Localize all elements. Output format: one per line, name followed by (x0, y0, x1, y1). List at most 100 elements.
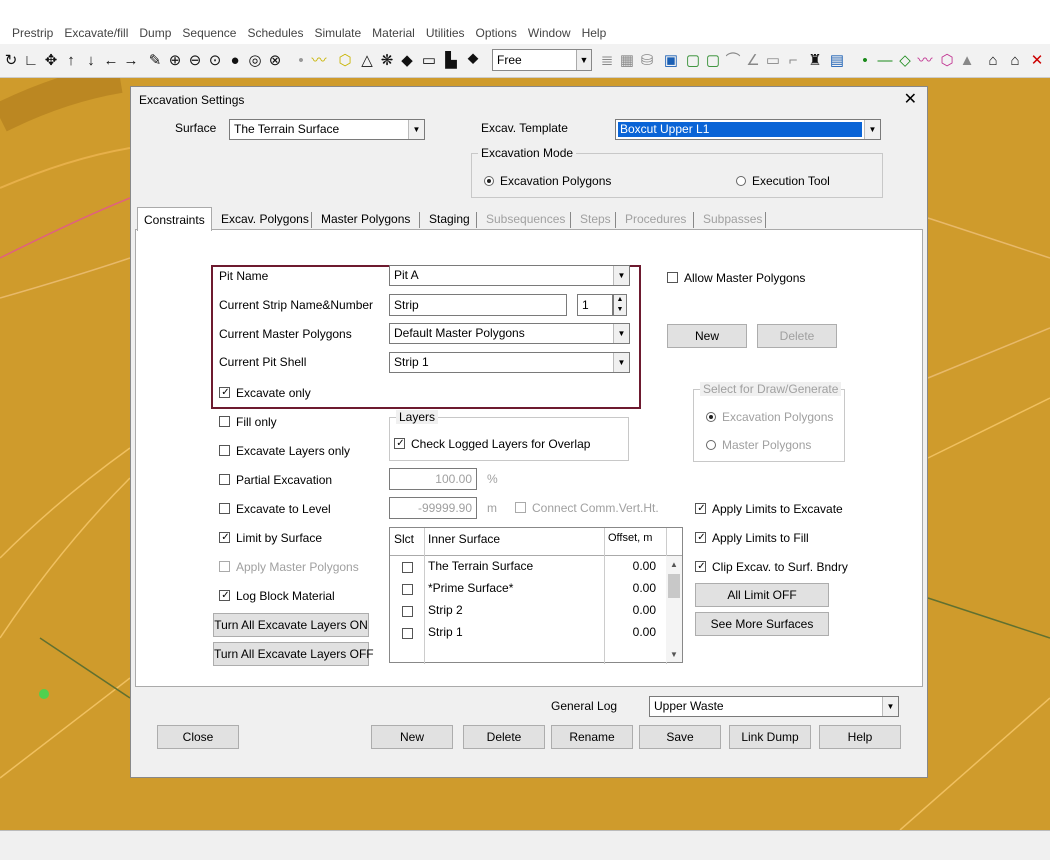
rotate-icon[interactable]: ↻ (2, 50, 20, 72)
menu-help[interactable]: Help (582, 26, 607, 40)
table-row[interactable]: *Prime Surface* 0.00 (390, 578, 666, 600)
tab-constraints[interactable]: Constraints (137, 207, 212, 231)
house-cancel-icon[interactable]: ⌂ (1006, 50, 1024, 72)
scroll-up-icon[interactable]: ▲ (666, 558, 682, 572)
menu-options[interactable]: Options (476, 26, 517, 40)
delete-master-button[interactable]: Delete (757, 324, 837, 348)
mode-execution-tool-radio[interactable]: Execution Tool (736, 174, 830, 188)
menu-sequence[interactable]: Sequence (182, 26, 236, 40)
menu-prestrip[interactable]: Prestrip (12, 26, 53, 40)
checkbox-icon[interactable] (402, 606, 413, 617)
help-button[interactable]: Help (819, 725, 901, 749)
table-scrollbar[interactable]: ▲ ▼ (666, 556, 682, 662)
partial-percent-input[interactable]: 100.00 (389, 468, 477, 490)
arrow-up-icon[interactable]: ↑ (62, 50, 80, 72)
excavate-to-level-checkbox[interactable]: Excavate to Level (219, 502, 331, 516)
pit-name-select[interactable]: Pit A ▼ (389, 265, 630, 286)
hexagon-icon[interactable]: ⬡ (938, 50, 956, 72)
tab-staging[interactable]: Staging (423, 207, 476, 231)
house-icon[interactable]: ⌂ (984, 50, 1002, 72)
rename-button[interactable]: Rename (551, 725, 633, 749)
point-icon[interactable]: • (292, 50, 310, 72)
target-icon[interactable]: ◎ (246, 50, 264, 72)
curve-icon[interactable]: ⌒ (724, 50, 742, 72)
allow-master-checkbox[interactable]: Allow Master Polygons (667, 271, 805, 285)
zoom-window-icon[interactable]: ⊙ (206, 50, 224, 72)
zoom-in-icon[interactable]: ⊕ (166, 50, 184, 72)
delete-button[interactable]: Delete (463, 725, 545, 749)
strip-name-input[interactable]: Strip (389, 294, 567, 316)
grid-icon[interactable]: ▦ (618, 50, 636, 72)
scroll-down-icon[interactable]: ▼ (666, 648, 682, 662)
row-offset[interactable]: 0.00 (633, 603, 656, 617)
cluster-icon[interactable]: ❋ (378, 50, 396, 72)
link-dump-button[interactable]: Link Dump (729, 725, 811, 749)
zoom-out-icon[interactable]: ⊖ (186, 50, 204, 72)
select-excavation-polygons-radio[interactable]: Excavation Polygons (706, 410, 833, 424)
general-log-select[interactable]: Upper Waste ▼ (649, 696, 899, 717)
diamond-outline-icon[interactable]: ◇ (896, 50, 914, 72)
angle-icon[interactable]: ∠ (744, 50, 762, 72)
turn-layers-on-button[interactable]: Turn All Excavate Layers ON (213, 613, 369, 637)
corner-icon[interactable]: ∟ (22, 50, 40, 72)
master-polygons-select[interactable]: Default Master Polygons ▼ (389, 323, 630, 344)
spin-up-icon[interactable]: ▲ (614, 295, 626, 305)
zigzag-icon[interactable]: 〰 (916, 50, 934, 72)
close-button[interactable]: Close (157, 725, 239, 749)
tab-subsequences[interactable]: Subsequences (480, 207, 571, 231)
tab-subpasses[interactable]: Subpasses (697, 207, 768, 231)
dot-icon[interactable]: • (856, 50, 874, 72)
scroll-thumb[interactable] (668, 574, 680, 598)
polygon-icon[interactable]: ⬡ (336, 50, 354, 72)
settings-doc-icon[interactable]: ▣ (662, 50, 680, 72)
menu-excavate-fill[interactable]: Excavate/fill (64, 26, 128, 40)
check-logged-layers-checkbox[interactable]: Check Logged Layers for Overlap (394, 437, 590, 451)
dialog-close-icon[interactable]: ✕ (904, 89, 917, 109)
arrow-left-icon[interactable]: ← (102, 50, 120, 72)
new-master-button[interactable]: New (667, 324, 747, 348)
clip-excav-checkbox[interactable]: Clip Excav. to Surf. Bndry (695, 560, 848, 574)
surface-select[interactable]: The Terrain Surface ▼ (229, 119, 425, 140)
report-icon[interactable]: ▤ (828, 50, 846, 72)
checkbox-icon[interactable] (402, 584, 413, 595)
strip-number-spinner[interactable]: ▲ ▼ (613, 294, 627, 316)
pencil-icon[interactable]: ✎ (146, 50, 164, 72)
connect-comm-checkbox[interactable]: Connect Comm.Vert.Ht. (515, 501, 659, 515)
arrow-down-icon[interactable]: ↓ (82, 50, 100, 72)
tab-excav-polygons[interactable]: Excav. Polygons (215, 207, 315, 231)
apply-master-polygons-checkbox[interactable]: Apply Master Polygons (219, 560, 359, 574)
dump-icon[interactable]: ⛁ (638, 50, 656, 72)
profile-icon[interactable]: ▙ (442, 50, 460, 72)
layers-icon[interactable]: ≣ (598, 50, 616, 72)
pit-shell-select[interactable]: Strip 1 ▼ (389, 352, 630, 373)
table-row[interactable]: Strip 1 0.00 (390, 622, 666, 644)
fill-only-checkbox[interactable]: Fill only (219, 415, 277, 429)
apply-limits-fill-checkbox[interactable]: Apply Limits to Fill (695, 531, 809, 545)
partial-excavation-checkbox[interactable]: Partial Excavation (219, 473, 332, 487)
box-icon[interactable]: ▢ (704, 50, 722, 72)
apply-limits-excavate-checkbox[interactable]: Apply Limits to Excavate (695, 502, 843, 516)
move-icon[interactable]: ✥ (42, 50, 60, 72)
mode-excavation-polygons-radio[interactable]: Excavation Polygons (484, 174, 611, 188)
pin-icon[interactable]: ⯁ (464, 50, 482, 72)
tab-procedures[interactable]: Procedures (619, 207, 692, 231)
checkbox-icon[interactable] (402, 562, 413, 573)
log-block-material-checkbox[interactable]: Log Block Material (219, 589, 335, 603)
frame-icon[interactable]: ▢ (684, 50, 702, 72)
excavate-layers-only-checkbox[interactable]: Excavate Layers only (219, 444, 350, 458)
table-row[interactable]: Strip 2 0.00 (390, 600, 666, 622)
save-button[interactable]: Save (639, 725, 721, 749)
new-button[interactable]: New (371, 725, 453, 749)
tab-master-polygons[interactable]: Master Polygons (315, 207, 416, 231)
level-input[interactable]: -99999.90 (389, 497, 477, 519)
menu-utilities[interactable]: Utilities (426, 26, 465, 40)
rectangle-icon[interactable]: ▭ (420, 50, 438, 72)
strip-number-input[interactable]: 1 (577, 294, 613, 316)
tree-icon[interactable]: ♜ (806, 50, 824, 72)
turn-layers-off-button[interactable]: Turn All Excavate Layers OFF (213, 642, 374, 666)
view-mode-select[interactable]: Free ▼ (492, 49, 592, 71)
menu-simulate[interactable]: Simulate (314, 26, 361, 40)
sphere-icon[interactable]: ● (226, 50, 244, 72)
tab-steps[interactable]: Steps (574, 207, 617, 231)
all-limit-off-button[interactable]: All Limit OFF (695, 583, 829, 607)
